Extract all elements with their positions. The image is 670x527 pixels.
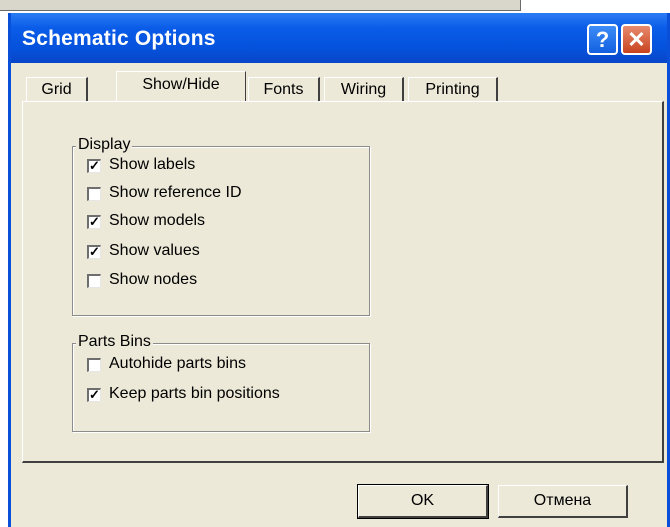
tab-show-hide[interactable]: Show/Hide — [116, 71, 246, 101]
close-button[interactable]: ✕ — [621, 24, 652, 55]
checkbox-box: ✓ — [87, 159, 101, 173]
close-icon: ✕ — [627, 27, 646, 52]
display-group: Display ✓ Show labels Show reference ID … — [72, 136, 370, 316]
show-hide-panel: Display ✓ Show labels Show reference ID … — [22, 101, 664, 463]
tab-printing[interactable]: Printing — [408, 77, 498, 102]
schematic-options-dialog: Schematic Options ? ✕ Grid Show/Hide Fon… — [8, 13, 670, 527]
checkbox-box: ✓ — [87, 245, 101, 259]
window-title: Schematic Options — [22, 27, 216, 50]
help-icon: ? — [595, 27, 610, 52]
background-segment — [0, 0, 61, 11]
background-segment — [382, 0, 443, 11]
checkbox-label: Show values — [109, 242, 200, 259]
tab-strip: Grid Show/Hide Fonts Wiring Printing — [11, 71, 667, 103]
background-window-strip — [0, 0, 670, 13]
checkbox-box: ✓ — [87, 388, 101, 402]
checkbox-label: Show models — [109, 212, 206, 229]
checkbox-box — [87, 274, 101, 288]
checkbox-box — [87, 358, 101, 372]
title-bar[interactable]: Schematic Options ? ✕ — [11, 13, 667, 63]
tab-grid[interactable]: Grid — [26, 77, 88, 102]
checkbox-box — [87, 187, 101, 201]
ok-button[interactable]: OK — [357, 484, 489, 519]
background-segment — [267, 0, 323, 11]
display-group-legend: Display — [76, 136, 133, 154]
checkbox-label: Autohide parts bins — [109, 355, 246, 372]
checkbox-label: Keep parts bin positions — [109, 385, 280, 402]
background-segment — [322, 0, 383, 11]
tab-wiring[interactable]: Wiring — [324, 77, 404, 102]
background-segment — [60, 0, 156, 11]
parts-bins-group: Parts Bins Autohide parts bins ✓ Keep pa… — [72, 333, 370, 432]
tab-fonts[interactable]: Fonts — [248, 77, 320, 102]
checkbox-label: Show nodes — [109, 271, 198, 288]
checkbox-label: Show labels — [109, 156, 196, 173]
background-segment — [442, 0, 521, 11]
background-segment — [215, 0, 268, 11]
background-segment — [155, 0, 216, 11]
help-button[interactable]: ? — [587, 24, 618, 55]
checkbox-label: Show reference ID — [109, 184, 242, 201]
parts-bins-group-legend: Parts Bins — [76, 333, 153, 351]
checkbox-box: ✓ — [87, 215, 101, 229]
cancel-button[interactable]: Отмена — [498, 485, 628, 518]
